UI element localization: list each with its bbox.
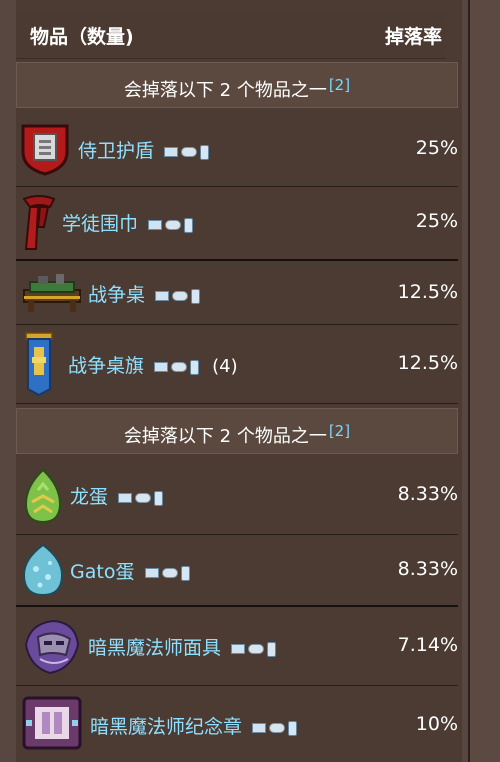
- console-icon: [248, 644, 265, 654]
- pc-icon: [144, 568, 159, 578]
- mobile-icon: [180, 565, 190, 581]
- reference-link[interactable]: [2]: [329, 422, 350, 440]
- console-icon: [165, 220, 182, 230]
- item-link[interactable]: 战争桌: [88, 284, 145, 306]
- item-link[interactable]: 龙蛋: [70, 486, 108, 508]
- table-row: 暗黑魔法师面具 7.14%: [16, 607, 458, 686]
- pc-icon: [155, 291, 170, 301]
- rate-column-header: 掉落率: [384, 26, 442, 48]
- table-row: Gato蛋 8.33%: [16, 535, 458, 607]
- table-row: 学徒围巾 25%: [16, 187, 458, 261]
- pc-icon: [118, 493, 133, 503]
- item-link[interactable]: 暗黑魔法师纪念章: [90, 716, 242, 738]
- side-border: [468, 0, 500, 762]
- item-link[interactable]: Gato蛋: [70, 561, 134, 583]
- drop-rate: 12.5%: [397, 281, 458, 303]
- console-icon: [171, 362, 188, 372]
- console-icon: [269, 723, 286, 733]
- platform-icons: [164, 141, 212, 163]
- console-icon: [135, 493, 152, 503]
- console-icon: [181, 147, 198, 157]
- platform-icons: [154, 356, 202, 378]
- drop-rate: 25%: [415, 210, 458, 232]
- item-link[interactable]: 暗黑魔法师面具: [88, 637, 221, 659]
- scarf-icon[interactable]: [22, 195, 56, 251]
- drop-rate: 10%: [415, 713, 458, 735]
- pc-icon: [231, 644, 246, 654]
- pc-icon: [164, 147, 179, 157]
- group-label: 会掉落以下 2 个物品之一: [123, 426, 327, 447]
- dark-mage-mask-icon[interactable]: [20, 615, 82, 677]
- table-row: 战争桌 12.5%: [16, 260, 458, 325]
- mobile-icon: [288, 720, 298, 736]
- item-column-header: 物品（数量): [30, 26, 134, 48]
- dark-mage-medal-icon[interactable]: [20, 694, 84, 752]
- drop-group-header: 会掉落以下 2 个物品之一 [2]: [16, 62, 458, 108]
- table-row: 战争桌旗 (4) 12.5%: [16, 325, 458, 404]
- platform-icons: [155, 285, 203, 307]
- pc-icon: [148, 220, 163, 230]
- drop-rate: 25%: [415, 137, 458, 159]
- platform-icons: [148, 214, 196, 236]
- item-link[interactable]: 战争桌旗: [68, 355, 144, 377]
- console-icon: [161, 568, 178, 578]
- platform-icons: [252, 717, 300, 739]
- drop-rate: 8.33%: [397, 483, 458, 505]
- item-link[interactable]: 学徒围巾: [62, 213, 138, 235]
- drop-rate: 7.14%: [397, 634, 458, 656]
- mobile-icon: [200, 144, 210, 160]
- platform-icons: [118, 487, 166, 509]
- pc-icon: [252, 723, 267, 733]
- drop-rate: 12.5%: [397, 352, 458, 374]
- table-row: 龙蛋 8.33%: [16, 458, 458, 535]
- mobile-icon: [191, 288, 201, 304]
- mobile-icon: [267, 641, 277, 657]
- item-link[interactable]: 侍卫护盾: [78, 140, 154, 162]
- gato-egg-icon[interactable]: [20, 543, 66, 597]
- group-label: 会掉落以下 2 个物品之一: [123, 80, 327, 101]
- mobile-icon: [154, 490, 164, 506]
- table-row: 侍卫护盾 25%: [16, 112, 458, 187]
- table-row: 暗黑魔法师纪念章 10%: [16, 686, 458, 762]
- war-table-icon[interactable]: [20, 270, 84, 314]
- war-banner-icon[interactable]: [22, 331, 56, 397]
- drop-group-header: 会掉落以下 2 个物品之一 [2]: [16, 408, 458, 454]
- platform-icons: [144, 562, 193, 584]
- drop-rate: 8.33%: [397, 558, 458, 580]
- item-count: (4): [212, 356, 238, 377]
- console-icon: [172, 291, 189, 301]
- reference-link[interactable]: [2]: [329, 76, 350, 94]
- dragon-egg-icon[interactable]: [22, 468, 64, 524]
- shield-icon[interactable]: [20, 122, 70, 176]
- mobile-icon: [190, 359, 200, 375]
- drop-table-panel: 物品（数量) 掉落率 会掉落以下 2 个物品之一 [2] 侍卫护盾 25% 学徒…: [0, 0, 500, 762]
- pc-icon: [154, 362, 169, 372]
- mobile-icon: [184, 217, 194, 233]
- platform-icons: [231, 638, 279, 660]
- table-header: 物品（数量) 掉落率: [16, 12, 446, 59]
